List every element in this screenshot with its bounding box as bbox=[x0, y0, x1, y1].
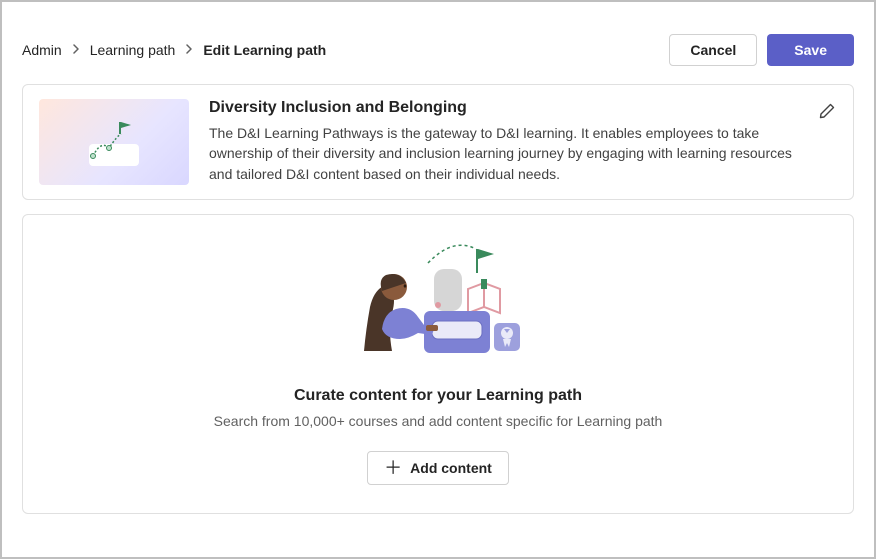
learning-path-text: Diversity Inclusion and Belonging The D&… bbox=[209, 99, 797, 184]
learning-path-info-card: Diversity Inclusion and Belonging The D&… bbox=[22, 84, 854, 200]
learning-path-thumbnail bbox=[39, 99, 189, 185]
topbar: Admin Learning path Edit Learning path C… bbox=[22, 18, 854, 66]
breadcrumb: Admin Learning path Edit Learning path bbox=[22, 42, 326, 58]
breadcrumb-current: Edit Learning path bbox=[203, 42, 326, 58]
curate-content-card: Curate content for your Learning path Se… bbox=[22, 214, 854, 514]
curate-illustration bbox=[39, 233, 837, 373]
action-buttons: Cancel Save bbox=[669, 34, 854, 66]
curate-title: Curate content for your Learning path bbox=[39, 387, 837, 405]
add-content-label: Add content bbox=[410, 460, 492, 476]
chevron-right-icon bbox=[185, 43, 193, 57]
add-content-button[interactable]: ＋ Add content bbox=[367, 451, 509, 485]
curate-subtitle: Search from 10,000+ courses and add cont… bbox=[39, 413, 837, 429]
learning-path-description: The D&I Learning Pathways is the gateway… bbox=[209, 123, 797, 184]
plus-icon: ＋ bbox=[384, 459, 402, 477]
breadcrumb-mid[interactable]: Learning path bbox=[90, 42, 176, 58]
edit-icon[interactable] bbox=[817, 101, 837, 121]
learning-path-title: Diversity Inclusion and Belonging bbox=[209, 99, 797, 117]
save-button[interactable]: Save bbox=[767, 34, 854, 66]
breadcrumb-root[interactable]: Admin bbox=[22, 42, 62, 58]
chevron-right-icon bbox=[72, 43, 80, 57]
cancel-button[interactable]: Cancel bbox=[669, 34, 757, 66]
